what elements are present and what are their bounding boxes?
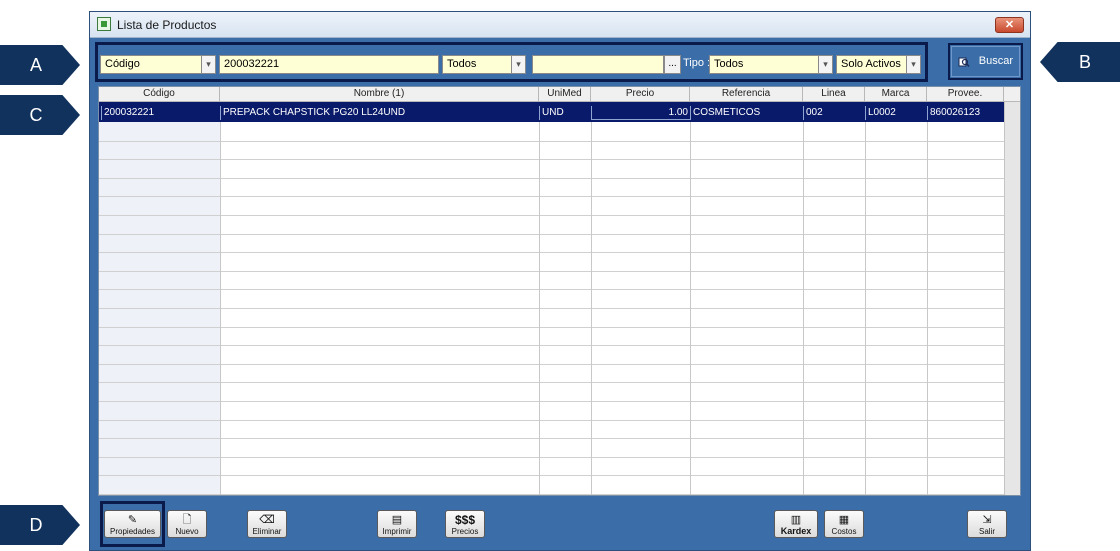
cell-codigo: 200032221 bbox=[101, 106, 220, 120]
grid-header: Código Nombre (1) UniMed Precio Referenc… bbox=[99, 87, 1020, 102]
buscar-button[interactable]: Buscar bbox=[951, 46, 1020, 77]
callout-b: B bbox=[1040, 42, 1120, 82]
propiedades-button[interactable]: ✎ Propiedades bbox=[104, 510, 161, 538]
eraser-icon: ⌫ bbox=[259, 514, 275, 526]
callout-a: A bbox=[0, 45, 80, 85]
callout-c: C bbox=[0, 95, 80, 135]
cell-nombre: PREPACK CHAPSTICK PG20 LL24UND bbox=[220, 106, 539, 120]
row-divider bbox=[99, 475, 1004, 477]
row-divider bbox=[99, 177, 1004, 179]
precios-button[interactable]: $$$ Precios bbox=[445, 510, 485, 538]
screenshot-stage: A C D B Lista de Productos ✕ Código ▾ 20… bbox=[0, 0, 1120, 551]
column-header-marca[interactable]: Marca bbox=[865, 87, 927, 102]
costos-button[interactable]: ▦ Costos bbox=[824, 510, 864, 538]
row-divider bbox=[99, 382, 1004, 384]
scope-select[interactable]: Todos bbox=[442, 55, 512, 74]
column-divider bbox=[803, 122, 804, 495]
vertical-scrollbar[interactable] bbox=[1004, 102, 1020, 495]
window-title: Lista de Productos bbox=[117, 18, 217, 32]
money-icon: $$$ bbox=[454, 513, 476, 527]
code-input[interactable]: 200032221 bbox=[219, 55, 439, 74]
grid-empty-rows bbox=[99, 122, 1004, 495]
column-divider bbox=[591, 122, 592, 495]
cell-unimed: UND bbox=[539, 106, 591, 120]
row-divider bbox=[99, 456, 1004, 458]
row-divider bbox=[99, 270, 1004, 272]
close-button[interactable]: ✕ bbox=[995, 17, 1024, 33]
tipo-select[interactable]: Todos bbox=[709, 55, 819, 74]
row-divider bbox=[99, 233, 1004, 235]
row-divider bbox=[99, 401, 1004, 402]
eliminar-button[interactable]: ⌫ Eliminar bbox=[247, 510, 287, 538]
buscar-label: Buscar bbox=[978, 55, 1013, 67]
column-header-nombre[interactable]: Nombre (1) bbox=[220, 87, 539, 102]
propiedades-label: Propiedades bbox=[110, 527, 155, 536]
ledger-icon: ▥ bbox=[790, 514, 802, 526]
search-field-select[interactable]: Código bbox=[100, 55, 203, 74]
new-document-icon: 🗋 bbox=[182, 514, 192, 526]
imprimir-button[interactable]: ▤ Imprimir bbox=[377, 510, 417, 538]
chevron-down-icon[interactable]: ▾ bbox=[511, 55, 526, 74]
products-grid: Código Nombre (1) UniMed Precio Referenc… bbox=[98, 86, 1021, 496]
row-divider bbox=[99, 140, 1004, 142]
cell-provee: 860026123 bbox=[927, 106, 1004, 120]
callout-d: D bbox=[0, 505, 80, 545]
exit-icon: ⇲ bbox=[982, 514, 992, 526]
row-divider bbox=[99, 196, 1004, 198]
row-divider bbox=[99, 494, 1004, 495]
row-divider bbox=[99, 345, 1004, 347]
eliminar-label: Eliminar bbox=[252, 527, 282, 536]
cell-marca: L0002 bbox=[865, 106, 927, 120]
chevron-down-icon[interactable]: ▾ bbox=[818, 55, 833, 74]
kardex-label: Kardex bbox=[780, 526, 812, 536]
app-icon bbox=[97, 17, 111, 31]
search-bar: Código ▾ 200032221 Todos ▾ ... Tipo : To… bbox=[90, 39, 1030, 84]
row-divider bbox=[99, 215, 1004, 216]
column-header-codigo[interactable]: Código bbox=[99, 87, 220, 102]
status-select[interactable]: Solo Activos bbox=[836, 55, 911, 74]
browse-button[interactable]: ... bbox=[664, 55, 681, 74]
column-header-provee[interactable]: Provee. bbox=[927, 87, 1004, 102]
table-row-selected[interactable]: 200032221 PREPACK CHAPSTICK PG20 LL24UND… bbox=[99, 102, 1020, 122]
precios-label: Precios bbox=[451, 527, 479, 536]
column-divider bbox=[927, 122, 928, 495]
row-divider bbox=[99, 419, 1004, 421]
salir-label: Salir bbox=[978, 527, 995, 536]
search-icon bbox=[958, 57, 970, 67]
nuevo-label: Nuevo bbox=[175, 527, 199, 536]
row-divider bbox=[99, 159, 1004, 161]
column-divider bbox=[690, 122, 691, 495]
bottom-toolbar: ✎ Propiedades 🗋 Nuevo ⌫ Eliminar ▤ Impri… bbox=[90, 498, 1030, 550]
column-header-precio[interactable]: Precio bbox=[591, 87, 690, 102]
column-header-unimed[interactable]: UniMed bbox=[539, 87, 591, 102]
kardex-button[interactable]: ▥ Kardex bbox=[774, 510, 818, 538]
title-bar: Lista de Productos ✕ bbox=[90, 12, 1030, 38]
tipo-label: Tipo : bbox=[683, 57, 711, 69]
row-divider bbox=[99, 252, 1004, 254]
row-divider bbox=[99, 326, 1004, 328]
cell-precio: 1.00 bbox=[591, 106, 690, 120]
column-header-linea[interactable]: Linea bbox=[803, 87, 865, 102]
printer-icon: ▤ bbox=[391, 514, 403, 526]
row-divider bbox=[99, 308, 1004, 309]
cell-linea: 002 bbox=[803, 106, 865, 120]
row-divider bbox=[99, 363, 1004, 365]
salir-button[interactable]: ⇲ Salir bbox=[967, 510, 1007, 538]
column-divider bbox=[865, 122, 866, 495]
chevron-down-icon[interactable]: ▾ bbox=[906, 55, 921, 74]
edit-document-icon: ✎ bbox=[127, 514, 138, 526]
nuevo-button[interactable]: 🗋 Nuevo bbox=[167, 510, 207, 538]
product-list-window: Lista de Productos ✕ Código ▾ 200032221 … bbox=[89, 11, 1031, 551]
cell-referencia: COSMETICOS bbox=[690, 106, 803, 120]
chevron-down-icon[interactable]: ▾ bbox=[201, 55, 216, 74]
text-input[interactable] bbox=[532, 55, 664, 74]
column-header-referencia[interactable]: Referencia bbox=[690, 87, 803, 102]
row-divider bbox=[99, 438, 1004, 440]
costos-label: Costos bbox=[831, 527, 857, 536]
chart-icon: ▦ bbox=[838, 514, 850, 526]
column-divider bbox=[220, 122, 221, 495]
row-divider bbox=[99, 289, 1004, 291]
column-divider bbox=[539, 122, 540, 495]
imprimir-label: Imprimir bbox=[382, 527, 412, 536]
